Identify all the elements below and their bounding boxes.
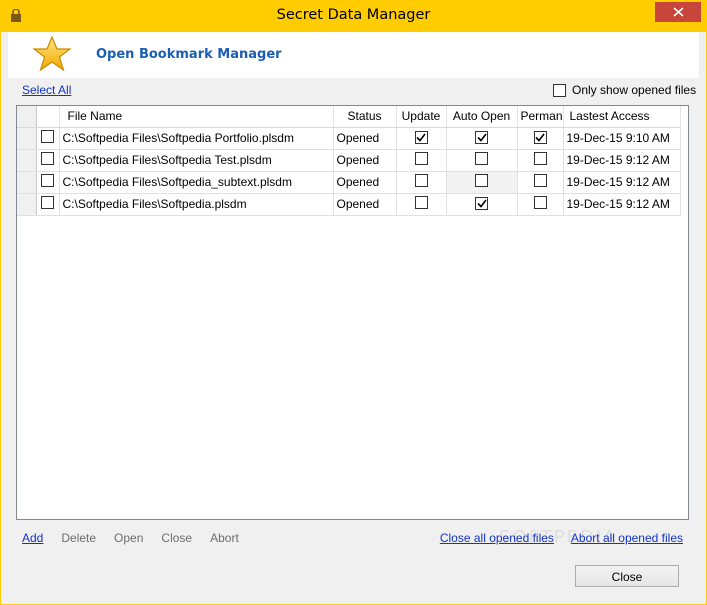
select-all-link[interactable]: Select All bbox=[22, 83, 71, 97]
column-header-update[interactable]: Update bbox=[396, 106, 447, 128]
checkbox-box[interactable] bbox=[553, 83, 566, 97]
star-icon bbox=[32, 35, 72, 72]
status-cell: Opened bbox=[333, 171, 397, 194]
last-access-cell: 19-Dec-15 9:12 AM bbox=[563, 193, 681, 216]
table-row[interactable]: C:\Softpedia Files\Softpedia Portfolio.p… bbox=[17, 127, 681, 150]
file-name-cell: C:\Softpedia Files\Softpedia_subtext.pls… bbox=[59, 171, 334, 194]
delete-link[interactable]: Delete bbox=[61, 531, 96, 545]
status-cell: Opened bbox=[333, 127, 397, 150]
open-link[interactable]: Open bbox=[114, 531, 143, 545]
permanent-cell[interactable] bbox=[517, 171, 564, 194]
header-banner: Open Bookmark Manager bbox=[8, 32, 699, 78]
file-name-cell: C:\Softpedia Files\Softpedia Test.plsdm bbox=[59, 149, 334, 172]
auto-open-checkbox[interactable] bbox=[475, 174, 488, 187]
update-checkbox[interactable] bbox=[414, 131, 428, 144]
update-checkbox[interactable] bbox=[414, 196, 428, 209]
auto-open-checkbox[interactable] bbox=[475, 131, 488, 144]
permanent-checkbox[interactable] bbox=[533, 131, 547, 144]
update-cell[interactable] bbox=[396, 193, 447, 216]
permanent-checkbox[interactable] bbox=[533, 196, 547, 209]
close-icon bbox=[672, 7, 684, 17]
last-access-cell: 19-Dec-15 9:10 AM bbox=[563, 127, 681, 150]
close-link[interactable]: Close bbox=[161, 531, 192, 545]
column-header-status[interactable]: Status bbox=[333, 106, 397, 128]
update-checkbox[interactable] bbox=[414, 174, 428, 187]
column-header-permanent[interactable]: Permane bbox=[517, 106, 564, 128]
title-bar[interactable]: Secret Data Manager bbox=[1, 1, 706, 32]
row-select-cell[interactable] bbox=[36, 127, 60, 150]
bulk-action-links: Close all opened files Abort all opened … bbox=[440, 531, 683, 545]
page-title: Open Bookmark Manager bbox=[96, 47, 282, 62]
files-grid[interactable]: File Name Status Update Auto Open Perman… bbox=[16, 105, 689, 520]
window-close-button[interactable] bbox=[655, 2, 701, 22]
status-cell: Opened bbox=[333, 149, 397, 172]
permanent-cell[interactable] bbox=[517, 127, 564, 150]
auto-open-checkbox[interactable] bbox=[475, 197, 488, 210]
table-row[interactable]: C:\Softpedia Files\Softpedia_subtext.pls… bbox=[17, 171, 681, 194]
row-header-corner bbox=[17, 106, 37, 128]
update-cell[interactable] bbox=[396, 171, 447, 194]
abort-link[interactable]: Abort bbox=[210, 531, 239, 545]
column-header-last-access[interactable]: Lastest Access bbox=[563, 106, 681, 128]
permanent-cell[interactable] bbox=[517, 149, 564, 172]
row-header[interactable] bbox=[17, 171, 37, 194]
update-checkbox[interactable] bbox=[414, 152, 428, 165]
permanent-checkbox[interactable] bbox=[533, 152, 547, 165]
add-link[interactable]: Add bbox=[22, 531, 43, 545]
last-access-cell: 19-Dec-15 9:12 AM bbox=[563, 149, 681, 172]
row-select-cell[interactable] bbox=[36, 171, 60, 194]
auto-open-cell[interactable] bbox=[446, 193, 518, 216]
row-select-checkbox[interactable] bbox=[41, 174, 54, 187]
update-cell[interactable] bbox=[396, 149, 447, 172]
checkbox-label: Only show opened files bbox=[572, 83, 697, 97]
table-header-row: File Name Status Update Auto Open Perman… bbox=[17, 106, 681, 128]
file-name-cell: C:\Softpedia Files\Softpedia.plsdm bbox=[59, 193, 334, 216]
only-show-opened-checkbox[interactable]: Only show opened files bbox=[553, 83, 696, 97]
abort-all-opened-link[interactable]: Abort all opened files bbox=[571, 531, 683, 545]
update-cell[interactable] bbox=[396, 127, 447, 150]
permanent-checkbox[interactable] bbox=[533, 174, 547, 187]
close-all-opened-link[interactable]: Close all opened files bbox=[440, 531, 554, 545]
close-button[interactable]: Close bbox=[575, 565, 679, 587]
auto-open-checkbox[interactable] bbox=[475, 152, 488, 165]
column-header-auto-open[interactable]: Auto Open bbox=[446, 106, 518, 128]
row-select-cell[interactable] bbox=[36, 193, 60, 216]
row-header[interactable] bbox=[17, 193, 37, 216]
row-select-checkbox[interactable] bbox=[41, 130, 54, 143]
column-header-file-name[interactable]: File Name bbox=[59, 106, 334, 128]
row-header[interactable] bbox=[17, 127, 37, 150]
table-row[interactable]: C:\Softpedia Files\Softpedia.plsdm Opened… bbox=[17, 193, 681, 216]
last-access-cell: 19-Dec-15 9:12 AM bbox=[563, 171, 681, 194]
action-links: Add Delete Open Close Abort bbox=[22, 531, 257, 545]
auto-open-cell[interactable] bbox=[446, 171, 518, 194]
files-table: File Name Status Update Auto Open Perman… bbox=[17, 106, 681, 216]
table-row[interactable]: C:\Softpedia Files\Softpedia Test.plsdm O… bbox=[17, 149, 681, 172]
window-title: Secret Data Manager bbox=[276, 7, 431, 23]
auto-open-cell[interactable] bbox=[446, 149, 518, 172]
row-select-checkbox[interactable] bbox=[41, 152, 54, 165]
column-header-select[interactable] bbox=[36, 106, 60, 128]
app-window: Secret Data Manager Open Bookmark Manage… bbox=[0, 0, 707, 605]
row-select-cell[interactable] bbox=[36, 149, 60, 172]
auto-open-cell[interactable] bbox=[446, 127, 518, 150]
status-cell: Opened bbox=[333, 193, 397, 216]
permanent-cell[interactable] bbox=[517, 193, 564, 216]
file-name-cell: C:\Softpedia Files\Softpedia Portfolio.p… bbox=[59, 127, 334, 150]
row-select-checkbox[interactable] bbox=[41, 196, 54, 209]
row-header[interactable] bbox=[17, 149, 37, 172]
